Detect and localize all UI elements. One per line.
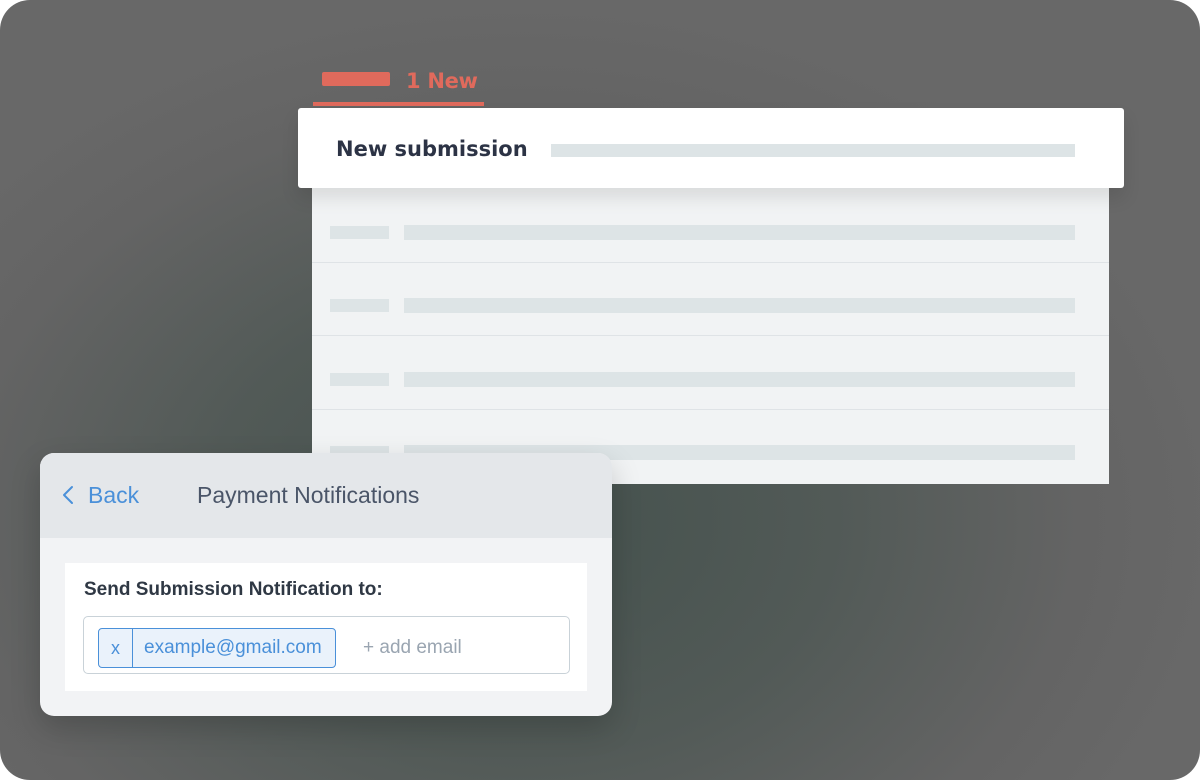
new-submission-title: New submission (336, 137, 528, 161)
add-email-input[interactable] (363, 628, 553, 668)
list-item-long-placeholder (404, 372, 1075, 387)
list-item-short-placeholder (330, 226, 389, 239)
list-item-short-placeholder (330, 373, 389, 386)
email-chip-text: example@gmail.com (144, 637, 322, 658)
email-chip: x example@gmail.com (98, 628, 336, 668)
email-recipients-field[interactable]: x example@gmail.com (83, 616, 570, 674)
list-item[interactable] (312, 190, 1109, 263)
new-count-tab[interactable]: 1 New (406, 66, 478, 96)
back-label: Back (88, 481, 140, 508)
new-tab-indicator (322, 72, 390, 86)
chevron-left-icon (62, 485, 74, 505)
page-title: Payment Notifications (197, 482, 420, 508)
notification-settings-body: Send Submission Notification to: x examp… (65, 563, 587, 691)
list-item[interactable] (312, 337, 1109, 410)
list-item-long-placeholder (404, 225, 1075, 240)
submission-list (312, 186, 1109, 484)
new-submission-placeholder (551, 144, 1075, 157)
remove-email-button[interactable]: x (99, 629, 133, 667)
back-button[interactable]: Back (62, 479, 139, 511)
notifications-header: Back Payment Notifications (40, 453, 612, 538)
list-item[interactable] (312, 263, 1109, 336)
list-item-short-placeholder (330, 299, 389, 312)
new-submission-card[interactable]: New submission (298, 108, 1124, 188)
send-notification-label: Send Submission Notification to: (84, 579, 383, 600)
list-item-long-placeholder (404, 298, 1075, 313)
payment-notifications-card: Back Payment Notifications Send Submissi… (40, 453, 612, 716)
new-tab-underline (313, 102, 484, 106)
screenshot-stage: 1 New New submission Back Payment Notifi… (0, 0, 1200, 780)
